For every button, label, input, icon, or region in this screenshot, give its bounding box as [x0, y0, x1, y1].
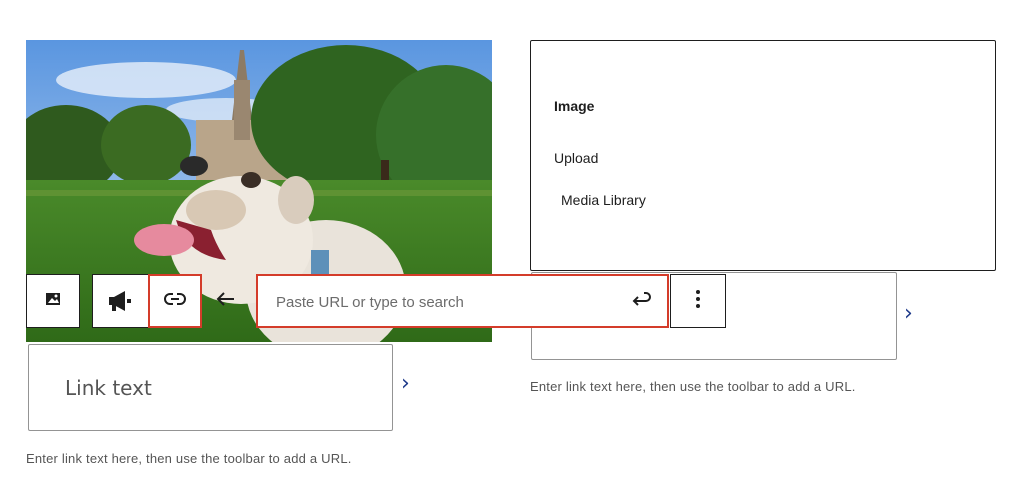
submit-url-button[interactable] [627, 288, 655, 316]
link-text-input-left[interactable]: Link text [28, 344, 393, 431]
megaphone-icon[interactable] [104, 285, 136, 317]
upload-button[interactable]: Upload [554, 150, 598, 166]
chevron-right-icon[interactable]: › [401, 371, 410, 396]
back-button[interactable] [205, 283, 247, 319]
link-help-text: Enter link text here, then use the toolb… [26, 451, 352, 466]
image-icon [45, 291, 61, 312]
media-library-button[interactable]: Media Library [561, 192, 646, 208]
arrow-left-icon [216, 291, 236, 312]
more-vertical-icon [695, 289, 701, 314]
chevron-right-icon[interactable]: › [904, 301, 913, 326]
link-icon [164, 292, 186, 311]
enter-return-icon [630, 289, 652, 316]
link-button[interactable] [148, 274, 202, 328]
more-options-button[interactable] [670, 274, 726, 328]
image-placeholder-panel: Image Upload Media Library [530, 40, 996, 271]
link-help-text: Enter link text here, then use the toolb… [530, 379, 856, 394]
url-search-input[interactable] [274, 286, 608, 318]
image-block-button[interactable] [26, 274, 80, 328]
panel-title: Image [554, 98, 595, 114]
link-text-placeholder: Link text [65, 376, 152, 400]
url-search-field [256, 274, 669, 328]
